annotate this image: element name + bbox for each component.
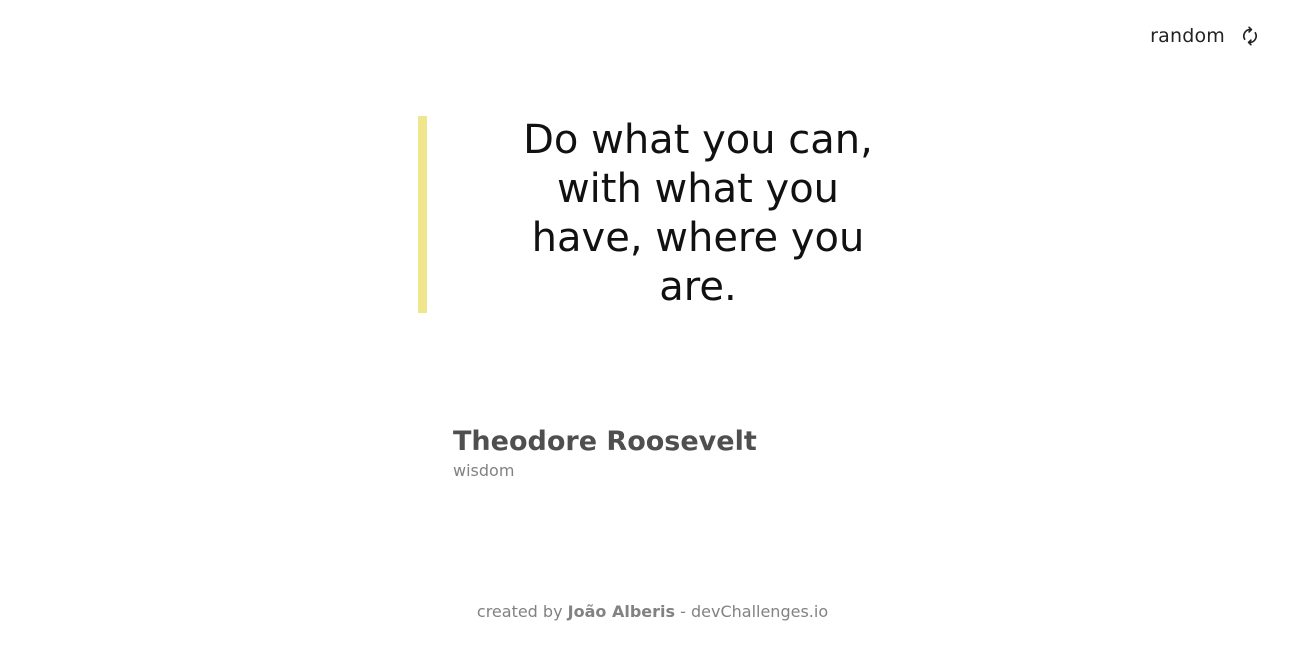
refresh-icon[interactable] bbox=[1239, 25, 1261, 47]
random-button[interactable]: random bbox=[1150, 22, 1261, 50]
author-block[interactable]: Theodore Roosevelt wisdom bbox=[453, 424, 757, 482]
author-name[interactable]: Theodore Roosevelt bbox=[453, 424, 757, 460]
page: random Do what you can, with what you ha… bbox=[0, 0, 1305, 646]
author-genre: wisdom bbox=[453, 461, 515, 480]
footer: created by João Alberis - devChallenges.… bbox=[0, 600, 1305, 624]
footer-separator: - bbox=[680, 602, 686, 621]
quote-text: Do what you can, with what you have, whe… bbox=[523, 117, 873, 310]
quote-accent-bar bbox=[418, 116, 427, 313]
random-label: random bbox=[1150, 25, 1225, 47]
footer-site-link[interactable]: devChallenges.io bbox=[691, 602, 828, 621]
footer-author-link[interactable]: João Alberis bbox=[568, 602, 675, 621]
footer-prefix: created by bbox=[476, 602, 563, 621]
